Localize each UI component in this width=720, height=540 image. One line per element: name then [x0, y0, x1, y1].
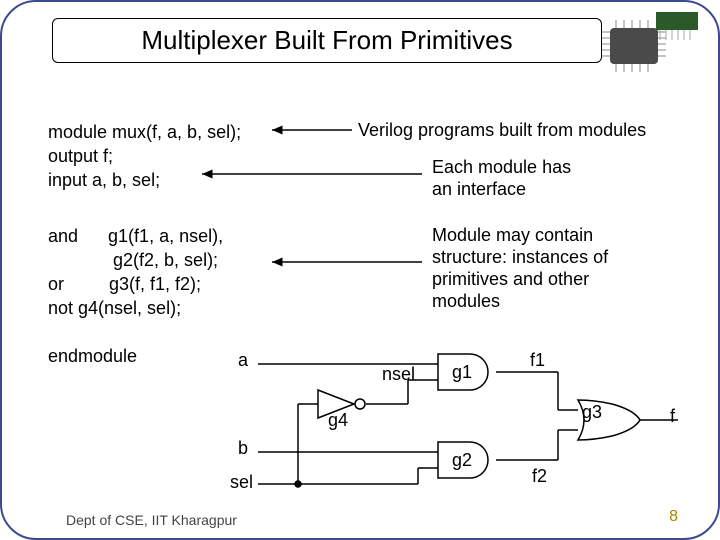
label-f2: f2: [532, 466, 547, 487]
page-number: 8: [669, 508, 678, 526]
label-sel: sel: [230, 472, 253, 493]
label-f1: f1: [530, 350, 545, 371]
label-g3: g3: [582, 402, 602, 423]
label-nsel: nsel: [382, 364, 415, 385]
label-g1: g1: [452, 362, 472, 383]
label-b: b: [238, 438, 248, 459]
annotation-arrows: [2, 2, 720, 362]
label-a: a: [238, 350, 248, 371]
label-f: f: [670, 406, 675, 427]
footer-text: Dept of CSE, IIT Kharagpur: [66, 512, 237, 528]
label-g2: g2: [452, 450, 472, 471]
label-g4: g4: [328, 410, 348, 431]
slide-frame: Multiplexer Built From Primitives module…: [0, 0, 720, 540]
